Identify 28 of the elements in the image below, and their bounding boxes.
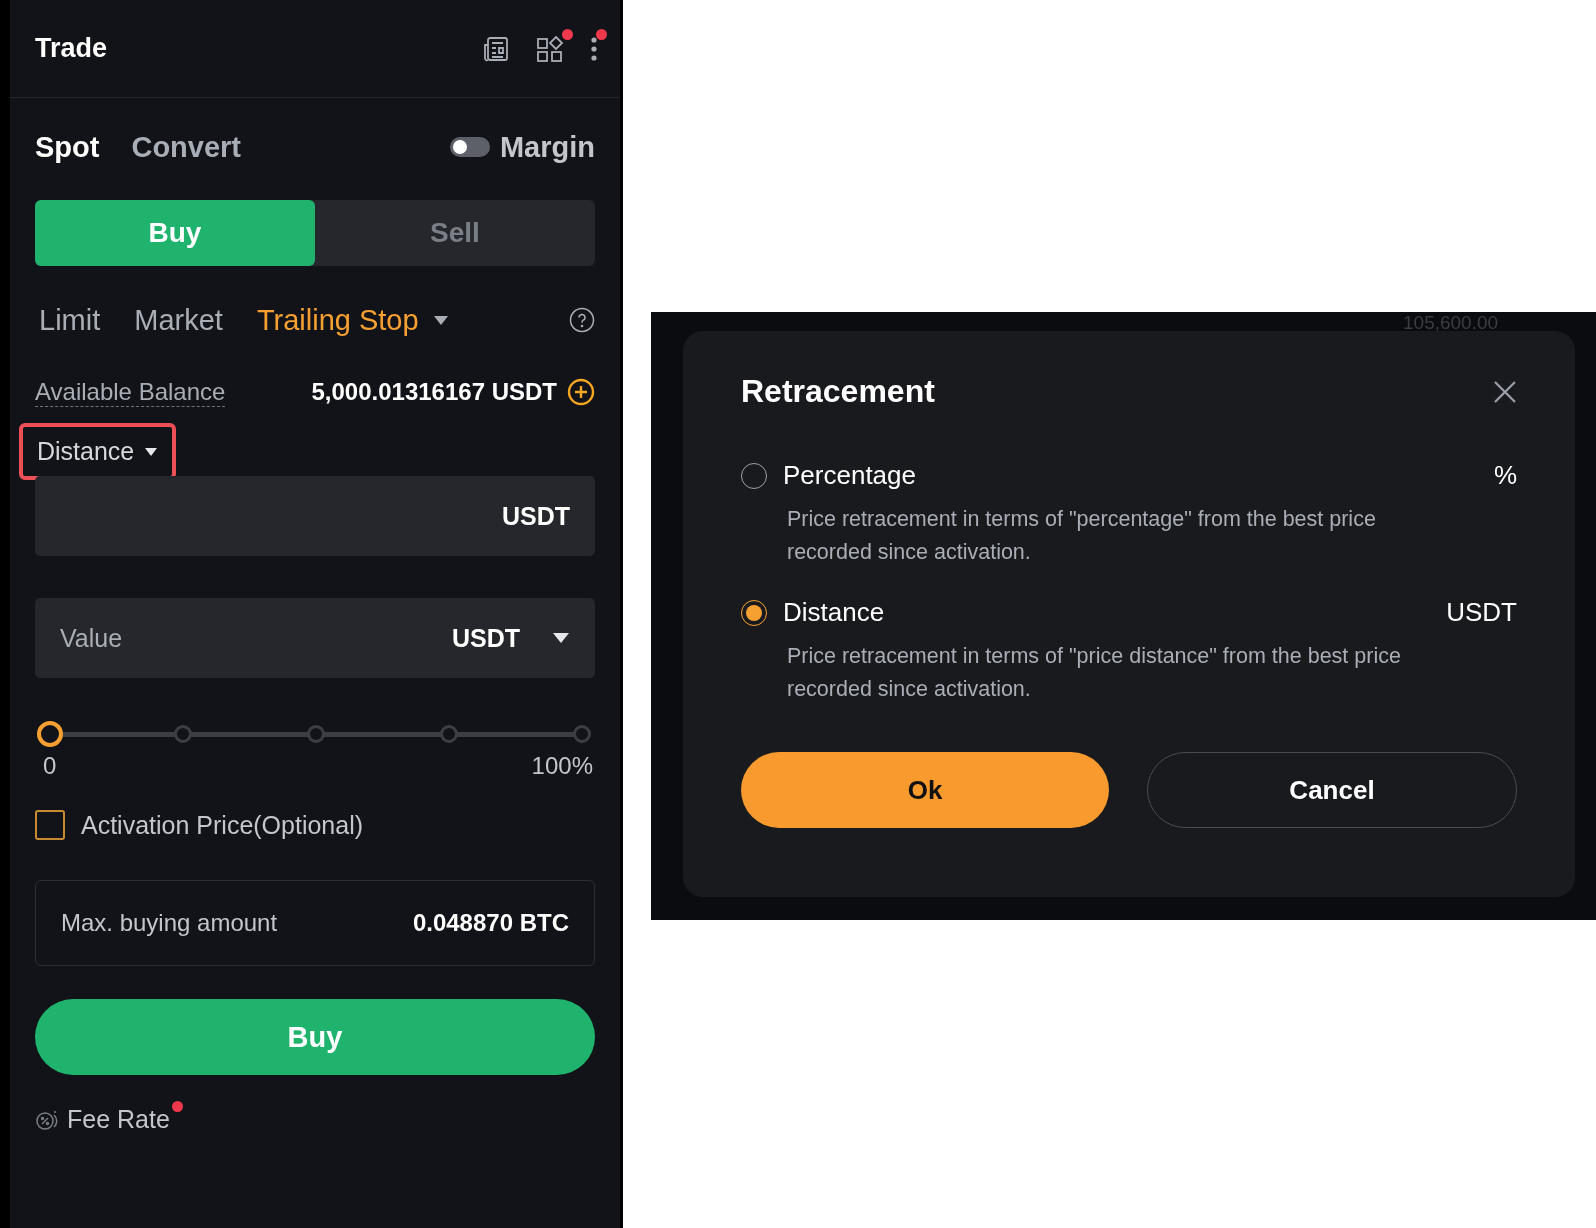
panel-title: Trade xyxy=(35,33,108,64)
order-type-tab[interactable]: Limit xyxy=(39,303,101,337)
order-type-tab[interactable]: Trailing Stop xyxy=(256,303,449,337)
dialog-title: Retracement xyxy=(741,373,935,410)
value-input[interactable]: Value xyxy=(60,623,260,653)
unit-label: USDT xyxy=(451,623,520,653)
distance-input[interactable]: USDT xyxy=(35,476,595,556)
option-description: Price retracement in terms of "percentage" from the best price recorded since activation. xyxy=(787,506,1377,566)
max-amount-value: 0.048870 BTC xyxy=(412,909,569,937)
option-description: Price retracement in terms of "price distance" from the best price recorded since activation. xyxy=(787,643,1402,703)
fee-rate-link[interactable]: Fee Rate xyxy=(67,1105,170,1134)
mode-tab[interactable]: Convert xyxy=(131,130,241,164)
slider-max-label: 100% xyxy=(531,752,593,780)
max-amount-label: Max. buying amount xyxy=(61,909,278,937)
balance-value: 5,000.01316167 USDT xyxy=(311,378,557,406)
option-label: Distance xyxy=(783,597,886,628)
order-type-tab[interactable]: Market xyxy=(134,303,223,337)
option-unit: % xyxy=(1493,460,1517,491)
side-tab[interactable]: Sell xyxy=(315,200,595,266)
margin-label: Margin xyxy=(499,130,595,164)
ok-button[interactable]: Ok xyxy=(741,752,1109,828)
balance-label: Available Balance xyxy=(35,377,226,407)
unit-label: USDT xyxy=(501,501,570,531)
checkbox-label: Activation Price(Optional) xyxy=(81,810,364,840)
mode-tab[interactable]: Spot xyxy=(35,130,100,164)
option-unit: USDT xyxy=(1446,597,1517,628)
slider-min-label: 0 xyxy=(43,752,57,780)
option-label: Percentage xyxy=(783,460,917,491)
